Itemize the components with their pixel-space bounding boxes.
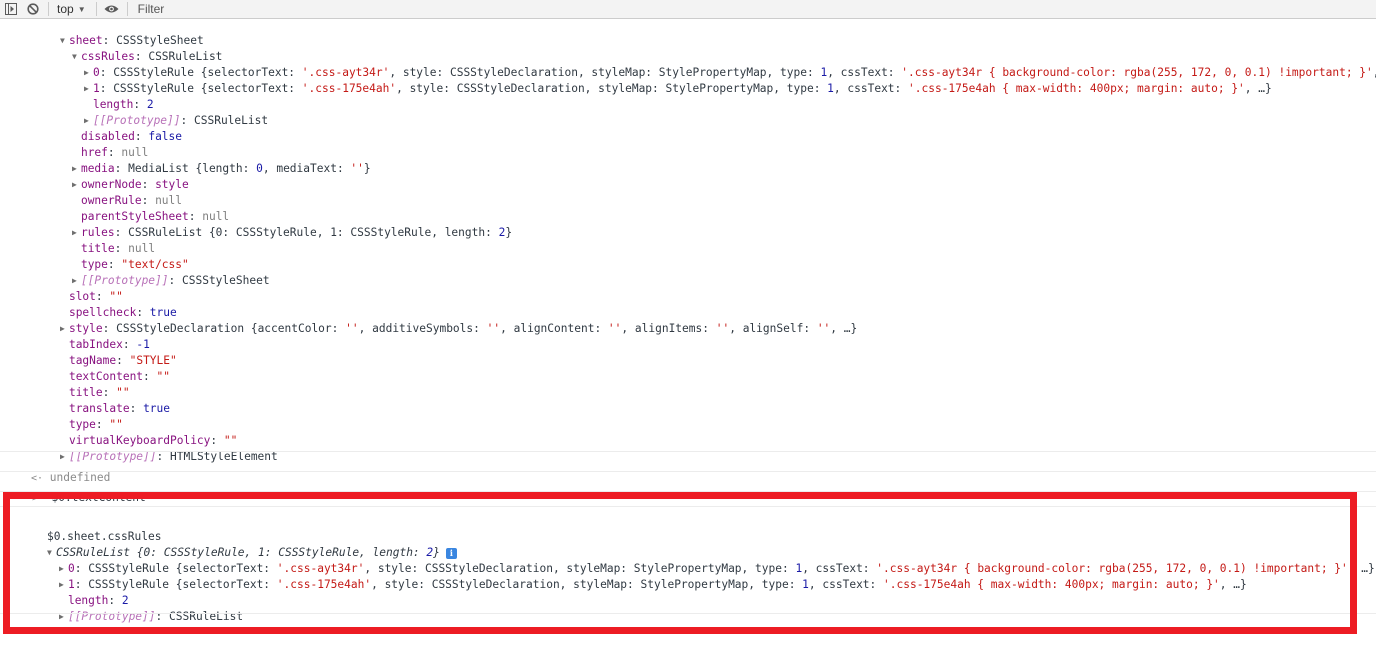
eye-icon — [104, 5, 119, 13]
tree-row-parentstylesheet: parentStyleSheet: null — [80, 210, 230, 223]
log-result-rulelist[interactable]: ▼ CSSRuleList {0: CSSStyleRule, 1: CSSSty… — [20, 529, 457, 559]
tree-row-cssrules[interactable]: ▼ cssRules: CSSRuleList — [45, 33, 222, 63]
empty-string: '' — [715, 322, 730, 335]
tree-row-rules[interactable]: ▶ rules: CSSRuleList {0: CSSStyleRule, 1:… — [45, 209, 512, 239]
rule-type-value: 1 — [827, 82, 834, 95]
dropdown-caret-icon: ▼ — [77, 4, 86, 14]
prop-number: 0 — [256, 162, 263, 175]
style-prop: alignContent — [513, 322, 595, 335]
tree-row-sheet-proto[interactable]: ▶ [[Prototype]]: CSSStyleSheet — [45, 257, 270, 287]
tree-row-ownernode[interactable]: ▶ ownerNode: style — [45, 161, 189, 191]
tree-row-sheet[interactable]: ▼ sheet: CSSStyleSheet — [33, 17, 204, 47]
prop-value: } — [505, 226, 513, 239]
context-selector[interactable]: top ▼ — [53, 2, 92, 16]
tree-row-rule-0[interactable]: ▶ 0: CSSStyleRule {selectorText: '.css-ay… — [57, 49, 1376, 79]
log-input-cssrules[interactable]: $0.sheet.cssRules — [20, 513, 162, 543]
log-divider — [0, 451, 1376, 452]
tree-row-el-title: title: "" — [68, 386, 130, 399]
tree-row-translate: translate: true — [68, 402, 171, 415]
tree-row-textcontent: textContent: "" — [68, 370, 171, 383]
css-text: '.css-175e4ah { max-width: 400px; margin… — [883, 578, 1220, 591]
tree-row-rulelist-proto[interactable]: ▶ [[Prototype]]: CSSRuleList — [57, 97, 268, 127]
result-row-proto[interactable]: ▶ [[Prototype]]: CSSRuleList — [32, 593, 243, 623]
tree-row-type: type: "text/css" — [80, 258, 189, 271]
result-row-length: length: 2 — [67, 594, 129, 607]
live-expression-button[interactable] — [101, 0, 123, 18]
clear-console-button[interactable] — [22, 0, 44, 18]
style-prop: additiveSymbols — [372, 322, 474, 335]
prop-value: "" — [156, 370, 171, 383]
input-prompt-icon: > — [31, 493, 38, 504]
prop-value: true — [143, 402, 171, 415]
log-divider — [0, 471, 1376, 472]
tree-row-title: title: null — [80, 242, 156, 255]
log-divider — [0, 506, 1376, 507]
empty-string: '' — [607, 322, 622, 335]
log-result-undefined: <· undefined — [4, 454, 110, 484]
log-divider — [0, 491, 1376, 492]
style-prop: alignSelf — [742, 322, 804, 335]
expand-arrow-icon[interactable]: ▶ — [59, 609, 68, 625]
log-input-textcontent[interactable]: > $0.textContent — [5, 474, 146, 504]
empty-string: '' — [345, 322, 359, 335]
tree-row-slot: slot: "" — [68, 290, 123, 303]
prop-value: false — [148, 130, 183, 143]
sidebar-toggle-button[interactable] — [0, 0, 22, 18]
selector-text: '.css-175e4ah' — [301, 82, 397, 95]
prop-value: CSSRuleList {0: CSSStyleRule, 1: CSSStyl… — [128, 226, 499, 239]
style-prop: accentColor — [257, 322, 332, 335]
prop-value: CSSRuleList — [169, 610, 244, 623]
selector-text: '.css-175e4ah' — [276, 578, 372, 591]
prop-value: CSSRuleList — [194, 114, 269, 127]
filter-input[interactable]: Filter — [132, 2, 165, 16]
rule-type-value: 1 — [802, 578, 809, 591]
tree-row-href: href: null — [80, 146, 149, 159]
prop-value: , mediaText: — [262, 162, 351, 175]
log-divider — [0, 613, 1376, 614]
result-row-rule-0[interactable]: ▶ 0: CSSStyleRule {selectorText: '.css-ay… — [32, 545, 1375, 575]
tree-row-spellcheck: spellcheck: true — [68, 306, 177, 319]
tree-row-length: length: 2 — [92, 98, 154, 111]
tree-row-vkp: virtualKeyboardPolicy: "" — [68, 434, 238, 447]
style-prop: alignItems — [634, 322, 703, 335]
css-text: '.css-175e4ah { max-width: 400px; margin… — [908, 82, 1245, 95]
prop-value: CSSStyleSheet — [182, 274, 270, 287]
tree-row-style[interactable]: ▶ style: CSSStyleDeclaration {accentColor… — [33, 305, 857, 335]
tree-row-media[interactable]: ▶ media: MediaList {length: 0, mediaText:… — [45, 145, 371, 175]
clear-console-icon — [27, 3, 39, 15]
tree-row-tabindex: tabIndex: -1 — [68, 338, 150, 351]
prop-value: } — [363, 162, 371, 175]
toolbar-divider — [95, 2, 97, 16]
toolbar-divider — [48, 2, 49, 16]
tree-row-ownerrule: ownerRule: null — [80, 194, 183, 207]
context-label: top — [57, 2, 74, 16]
tree-row-rule-1[interactable]: ▶ 1: CSSStyleRule {selectorText: '.css-17… — [57, 65, 1272, 95]
result-row-rule-1[interactable]: ▶ 1: CSSStyleRule {selectorText: '.css-17… — [32, 561, 1247, 591]
empty-string: '' — [486, 322, 501, 335]
filter-placeholder: Filter — [137, 2, 165, 16]
tree-row-disabled: disabled: false — [80, 130, 183, 143]
tree-row-el-type: type: "" — [68, 418, 123, 431]
input-expression: $0.textContent — [51, 491, 146, 504]
toolbar-divider — [126, 2, 128, 16]
sidebar-toggle-icon — [5, 3, 17, 15]
empty-string: '' — [816, 322, 831, 335]
prop-string: '' — [350, 162, 364, 175]
tree-row-tagname: tagName: "STYLE" — [68, 354, 177, 367]
tree-row-element-proto[interactable]: ▶ [[Prototype]]: HTMLStyleElement — [33, 433, 278, 463]
prop-key: [[Prototype]] — [67, 610, 156, 623]
console-toolbar: top ▼ Filter — [0, 0, 1376, 19]
